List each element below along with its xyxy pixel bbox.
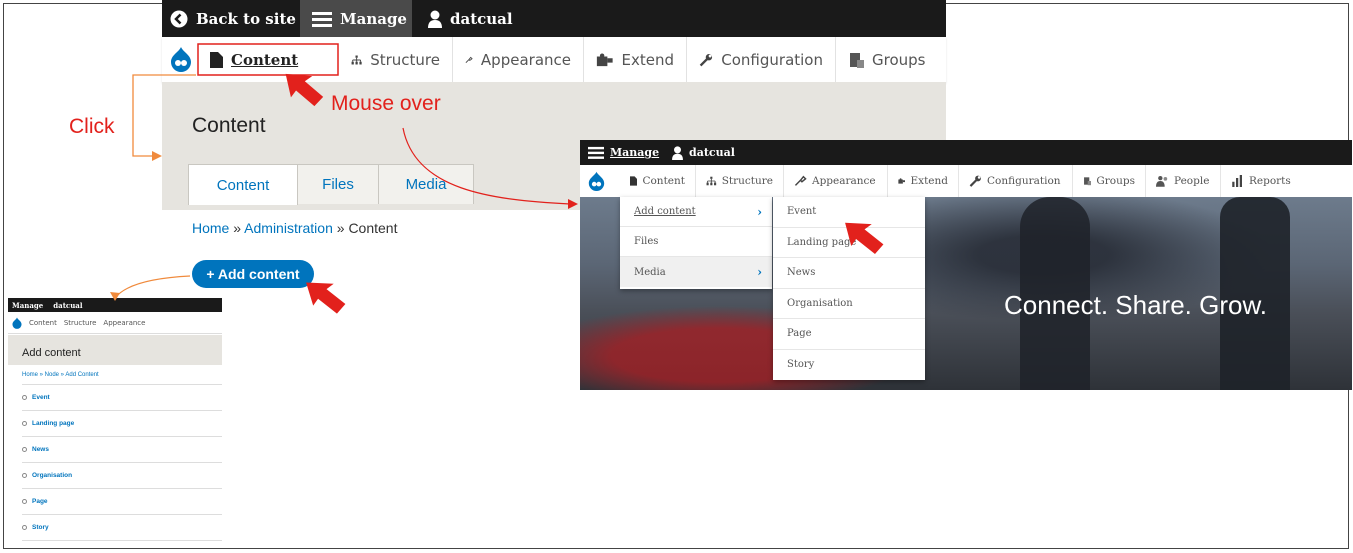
cursor-arrow-icon: [845, 222, 884, 254]
add-content-connector: [114, 275, 191, 299]
click-connector: [132, 74, 196, 157]
mouse-over-connector: [402, 127, 571, 205]
arrowhead-icon: [110, 292, 120, 301]
annotation-overlay: [110, 43, 884, 314]
cursor-arrow-icon: [306, 282, 346, 314]
highlight-box: [197, 43, 339, 76]
arrowhead-icon: [568, 199, 578, 209]
arrowhead-icon: [152, 151, 162, 161]
